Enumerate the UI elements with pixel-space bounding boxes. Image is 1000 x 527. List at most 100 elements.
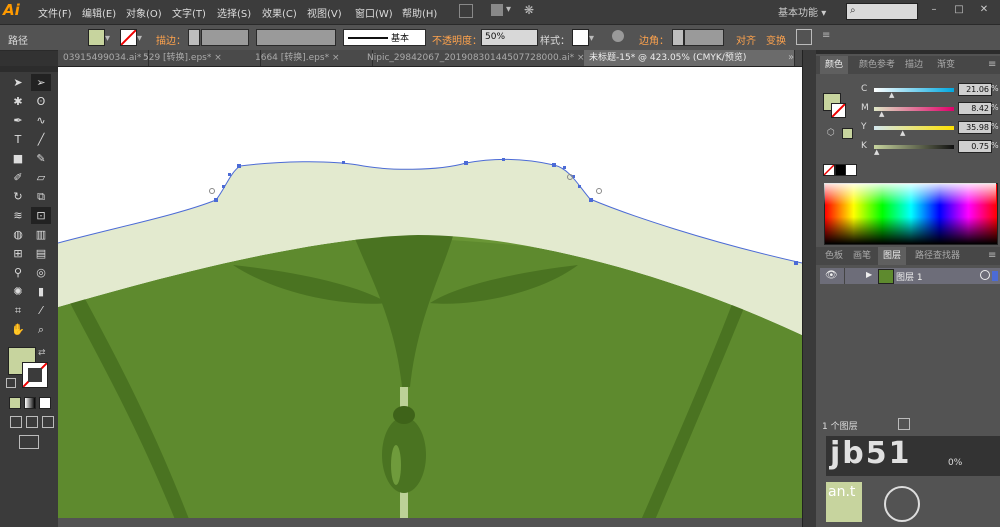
zipper-pull[interactable]	[382, 417, 426, 493]
default-colors-icon[interactable]	[6, 378, 16, 388]
expand-triangle-icon[interactable]: ▶	[866, 270, 872, 279]
tab-overflow-icon[interactable]: »	[788, 52, 794, 63]
panel-stroke-swatch[interactable]	[831, 103, 846, 118]
layer-name[interactable]: 图层 1	[896, 270, 923, 283]
anchor-point[interactable]	[794, 261, 798, 265]
tab-document-2[interactable]: 529 [转换].eps* ×	[138, 50, 261, 66]
channel-k-value[interactable]: 0.75	[958, 140, 992, 153]
zoom-tool-icon[interactable]: ⌕	[31, 321, 51, 338]
stroke-weight-field[interactable]	[201, 29, 249, 46]
align-button[interactable]: 对齐	[736, 32, 756, 47]
hand-tool-icon[interactable]: ✋	[8, 321, 28, 338]
menu-type[interactable]: 文字(T)	[172, 5, 206, 20]
chevron-down-icon[interactable]: ▾	[137, 33, 142, 44]
channel-c-value[interactable]: 21.06	[958, 83, 992, 96]
direct-selection-tool-icon[interactable]: ➢	[31, 74, 51, 91]
none-mode-icon[interactable]	[39, 397, 51, 409]
swap-fill-stroke-icon[interactable]: ⇄	[38, 348, 46, 358]
tab-pathfinder[interactable]: 路径查找器	[910, 247, 965, 265]
corner-radius-field[interactable]	[684, 29, 724, 46]
panel-grip[interactable]	[816, 50, 1000, 54]
anchor-point[interactable]	[237, 164, 241, 168]
maximize-button[interactable]: □	[951, 2, 967, 18]
white-swatch[interactable]	[845, 164, 857, 176]
eraser-tool-icon[interactable]: ▱	[31, 169, 51, 186]
workspace-switcher[interactable]: 基本功能 ▾	[778, 4, 826, 19]
channel-m-value[interactable]: 8.42	[958, 102, 992, 115]
canvas[interactable]	[58, 67, 802, 527]
shape-builder-tool-icon[interactable]: ◍	[8, 226, 28, 243]
panel-menu-icon[interactable]: ≡	[822, 30, 830, 41]
menu-view[interactable]: 视图(V)	[307, 5, 342, 20]
stroke-color-swatch[interactable]	[22, 362, 48, 388]
tab-color-guide[interactable]: 颜色参考	[854, 56, 900, 74]
color-mode-icon[interactable]	[9, 397, 21, 409]
gamut-swatch[interactable]	[842, 128, 853, 139]
stroke-weight-stepper[interactable]	[188, 29, 200, 46]
curvature-tool-icon[interactable]: ∿	[31, 112, 51, 129]
layer-row[interactable]: 👁 ▶ 图层 1	[820, 268, 1000, 284]
corner-label[interactable]: 边角：	[639, 32, 669, 47]
minimize-button[interactable]: –	[926, 2, 942, 18]
menu-select[interactable]: 选择(S)	[217, 5, 251, 20]
symbol-sprayer-tool-icon[interactable]: ✺	[8, 283, 28, 300]
pencil-tool-icon[interactable]: ✐	[8, 169, 28, 186]
anchor-point[interactable]	[502, 158, 505, 161]
draw-normal-icon[interactable]	[10, 416, 22, 428]
panel-menu-icon[interactable]: ≡	[988, 250, 996, 261]
channel-m-slider[interactable]	[874, 107, 954, 111]
direction-handle[interactable]	[209, 188, 215, 194]
selection-tool-icon[interactable]: ➤	[8, 74, 28, 91]
menu-object[interactable]: 对象(O)	[126, 5, 162, 20]
tab-swatches[interactable]: 色板	[820, 247, 848, 265]
rectangle-tool-icon[interactable]: ■	[8, 150, 28, 167]
anchor-point[interactable]	[563, 166, 566, 169]
tab-brushes[interactable]: 画笔	[848, 247, 876, 265]
warp-tool-icon[interactable]: ≋	[8, 207, 28, 224]
out-of-gamut-icon[interactable]: ⬡	[827, 128, 835, 138]
zipper-highlight[interactable]	[391, 445, 401, 485]
gradient-mode-icon[interactable]	[24, 397, 36, 409]
free-transform-tool-icon[interactable]: ⊡	[31, 207, 51, 224]
menu-edit[interactable]: 编辑(E)	[82, 5, 116, 20]
menu-effect[interactable]: 效果(C)	[262, 5, 297, 20]
channel-k-slider[interactable]	[874, 145, 954, 149]
graphic-style-swatch[interactable]	[572, 29, 589, 46]
isolate-icon[interactable]	[796, 29, 812, 45]
fill-swatch[interactable]	[88, 29, 105, 46]
tab-layers[interactable]: 图层	[878, 247, 907, 265]
channel-y-value[interactable]: 35.98	[958, 121, 992, 134]
blend-tool-icon[interactable]: ◎	[31, 264, 51, 281]
corner-radius-stepper[interactable]	[672, 29, 684, 46]
chevron-down-icon[interactable]: ▾	[506, 4, 511, 15]
target-icon[interactable]	[980, 270, 990, 280]
variable-width-profile[interactable]	[256, 29, 336, 46]
tab-gradient[interactable]: 渐变	[932, 56, 960, 74]
transform-button[interactable]: 变换	[766, 32, 786, 47]
anchor-point[interactable]	[342, 161, 345, 164]
anchor-point[interactable]	[228, 173, 231, 176]
channel-y-slider[interactable]	[874, 126, 954, 130]
chevron-down-icon[interactable]: ▾	[589, 33, 594, 44]
pen-tool-icon[interactable]: ✒	[8, 112, 28, 129]
anchor-point[interactable]	[464, 161, 468, 165]
menu-file[interactable]: 文件(F)	[38, 5, 72, 20]
bridge-icon[interactable]	[459, 4, 473, 18]
menu-help[interactable]: 帮助(H)	[402, 5, 437, 20]
stroke-label[interactable]: 描边：	[156, 32, 186, 47]
anchor-point[interactable]	[214, 198, 218, 202]
line-tool-icon[interactable]: ╱	[31, 131, 51, 148]
opacity-label[interactable]: 不透明度：	[432, 32, 482, 47]
channel-c-handle[interactable]: ▲	[889, 91, 894, 99]
perspective-grid-tool-icon[interactable]: ▥	[31, 226, 51, 243]
mesh-tool-icon[interactable]: ⊞	[8, 245, 28, 262]
arrange-documents-icon[interactable]	[491, 4, 503, 16]
tab-document-active[interactable]: 未标题-15* @ 423.05% (CMYK/预览)	[584, 50, 795, 66]
channel-k-handle[interactable]: ▲	[874, 148, 879, 156]
chevron-down-icon[interactable]: ▾	[105, 33, 110, 44]
stroke-swatch[interactable]	[120, 29, 137, 46]
scale-tool-icon[interactable]: ⧉	[31, 188, 51, 205]
opacity-field[interactable]: 50%	[481, 29, 538, 46]
menu-window[interactable]: 窗口(W)	[355, 5, 393, 20]
tab-color[interactable]: 颜色	[820, 56, 849, 74]
